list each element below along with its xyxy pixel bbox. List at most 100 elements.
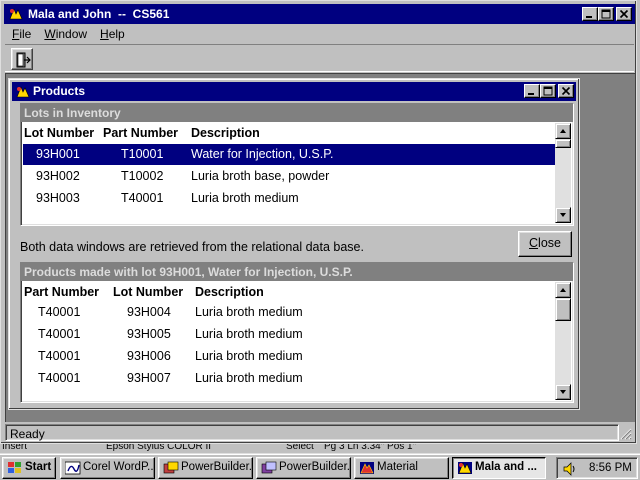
maximize-button[interactable] bbox=[598, 7, 614, 21]
behind-text: Select bbox=[286, 444, 314, 452]
start-label: Start bbox=[25, 461, 52, 473]
products-window: Products Lots in Inventory Lot Number Pa… bbox=[8, 78, 580, 410]
scroll-up-button[interactable] bbox=[555, 282, 571, 298]
scroll-thumb[interactable] bbox=[555, 139, 571, 148]
close-window-button[interactable] bbox=[616, 7, 632, 21]
cell-part: T40001 bbox=[38, 349, 81, 363]
behind-text: Pg 3 Ln 3.34" Pos 1" bbox=[324, 444, 417, 452]
taskbar-label: Corel WordP... bbox=[83, 461, 155, 473]
products-minimize-button[interactable] bbox=[524, 84, 540, 98]
menu-window[interactable]: Window bbox=[37, 25, 93, 43]
menu-help[interactable]: Help bbox=[93, 25, 131, 43]
table-row[interactable]: T40001 93H005 Luria broth medium bbox=[23, 324, 555, 345]
table-row[interactable]: 93H002 T10002 Luria broth base, powder bbox=[23, 166, 555, 187]
made-with-scrollbar[interactable] bbox=[555, 282, 571, 400]
col-lot-number: Lot Number bbox=[24, 126, 95, 140]
main-titlebar[interactable]: Mala and John -- CS561 bbox=[4, 4, 635, 24]
menu-help-label: elp bbox=[108, 27, 125, 41]
start-button[interactable]: Start bbox=[2, 457, 56, 479]
close-icon bbox=[561, 86, 571, 96]
table-row[interactable]: 93H001 T10001 Water for Injection, U.S.P… bbox=[23, 144, 555, 165]
close-button[interactable]: Close bbox=[518, 231, 572, 257]
products-maximize-button[interactable] bbox=[540, 84, 556, 98]
minimize-button[interactable] bbox=[582, 7, 598, 21]
behind-text: Epson Stylus COLOR II bbox=[106, 444, 212, 452]
background-app-statusbar: Insert Epson Stylus COLOR II Select Pg 3… bbox=[0, 444, 640, 453]
window-title: Mala and John -- CS561 bbox=[28, 7, 170, 21]
maximize-icon bbox=[543, 86, 553, 96]
taskbar-button-powerbuilder-1[interactable]: PowerBuilder... bbox=[158, 457, 253, 479]
exit-toolbar-button[interactable] bbox=[11, 48, 33, 70]
cell-description: Luria broth medium bbox=[195, 349, 303, 363]
info-text: Both data windows are retrieved from the… bbox=[20, 240, 364, 254]
cell-description: Water for Injection, U.S.P. bbox=[191, 147, 334, 161]
system-tray: 8:56 PM bbox=[556, 457, 638, 479]
taskbar-button-powerbuilder-2[interactable]: PowerBuilder... bbox=[256, 457, 351, 479]
taskbar-button-corel[interactable]: Corel WordP... bbox=[60, 457, 155, 479]
products-app-icon bbox=[15, 85, 31, 99]
material-app-icon bbox=[360, 462, 374, 474]
made-with-datawindow[interactable]: Products made with lot 93H001, Water for… bbox=[20, 262, 574, 403]
main-window: Mala and John -- CS561 File Window Help bbox=[0, 0, 637, 444]
app-icon bbox=[8, 7, 24, 21]
cell-lot: 93H007 bbox=[127, 371, 171, 385]
close-icon bbox=[619, 9, 629, 19]
powerbuilder-icon bbox=[163, 461, 179, 474]
table-row[interactable]: T40001 93H007 Luria broth medium bbox=[23, 368, 555, 389]
taskbar-label: Material bbox=[377, 461, 418, 473]
taskbar-button-mala[interactable]: Mala and ... bbox=[452, 457, 546, 479]
status-bar: Ready bbox=[5, 424, 634, 442]
powerbuilder-icon bbox=[261, 461, 277, 474]
close-button-accel: C bbox=[529, 236, 539, 250]
cell-description: Luria broth medium bbox=[195, 327, 303, 341]
table-row[interactable]: T40001 93H006 Luria broth medium bbox=[23, 346, 555, 367]
menu-bar: File Window Help bbox=[5, 25, 131, 43]
clock[interactable]: 8:56 PM bbox=[589, 462, 632, 474]
cell-description: Luria broth base, powder bbox=[191, 169, 330, 183]
cell-part: T40001 bbox=[121, 191, 164, 205]
cell-part: T10002 bbox=[121, 169, 164, 183]
menu-file[interactable]: File bbox=[5, 25, 37, 43]
taskbar-label: PowerBuilder... bbox=[279, 461, 351, 473]
resize-grip-icon[interactable] bbox=[620, 428, 632, 440]
cell-description: Luria broth medium bbox=[195, 371, 303, 385]
close-button-label: lose bbox=[538, 236, 561, 250]
cell-lot: 93H001 bbox=[36, 147, 80, 161]
arrow-up-icon bbox=[560, 129, 566, 133]
table-row[interactable]: 93H003 T40001 Luria broth medium bbox=[23, 188, 555, 209]
col-description: Description bbox=[191, 126, 260, 140]
cell-lot: 93H003 bbox=[36, 191, 80, 205]
toolbar bbox=[5, 44, 634, 72]
speaker-icon[interactable] bbox=[562, 461, 578, 477]
wordperfect-icon bbox=[65, 461, 81, 475]
status-text: Ready bbox=[5, 424, 619, 441]
scroll-down-button[interactable] bbox=[555, 207, 571, 223]
menu-help-accel: H bbox=[100, 27, 109, 41]
arrow-down-icon bbox=[560, 390, 566, 394]
taskbar-button-material[interactable]: Material bbox=[354, 457, 449, 479]
exit-door-icon bbox=[16, 52, 31, 68]
minimize-icon bbox=[528, 93, 534, 95]
table-row[interactable]: T40001 93H004 Luria broth medium bbox=[23, 302, 555, 323]
menu-window-accel: W bbox=[44, 27, 56, 41]
scroll-up-button[interactable] bbox=[555, 123, 571, 139]
windows-logo-icon bbox=[8, 462, 21, 473]
products-title: Products bbox=[33, 84, 86, 98]
lots-header: Lots in Inventory bbox=[21, 104, 573, 122]
arrow-up-icon bbox=[560, 288, 566, 292]
lots-scrollbar[interactable] bbox=[555, 123, 571, 223]
cell-description: Luria broth medium bbox=[191, 191, 299, 205]
scroll-thumb[interactable] bbox=[555, 298, 571, 321]
cell-lot: 93H002 bbox=[36, 169, 80, 183]
col-part-number: Part Number bbox=[103, 126, 179, 140]
menu-file-label: ile bbox=[19, 27, 32, 41]
made-with-header: Products made with lot 93H001, Water for… bbox=[21, 263, 573, 281]
products-close-button[interactable] bbox=[558, 84, 574, 98]
cell-part: T40001 bbox=[38, 305, 81, 319]
menu-window-label: indow bbox=[55, 27, 88, 41]
products-titlebar[interactable]: Products bbox=[12, 82, 576, 101]
lots-datawindow[interactable]: Lots in Inventory Lot Number Part Number… bbox=[20, 103, 574, 226]
scroll-down-button[interactable] bbox=[555, 384, 571, 400]
app-icon bbox=[458, 462, 472, 474]
col-lot-number: Lot Number bbox=[113, 285, 184, 299]
